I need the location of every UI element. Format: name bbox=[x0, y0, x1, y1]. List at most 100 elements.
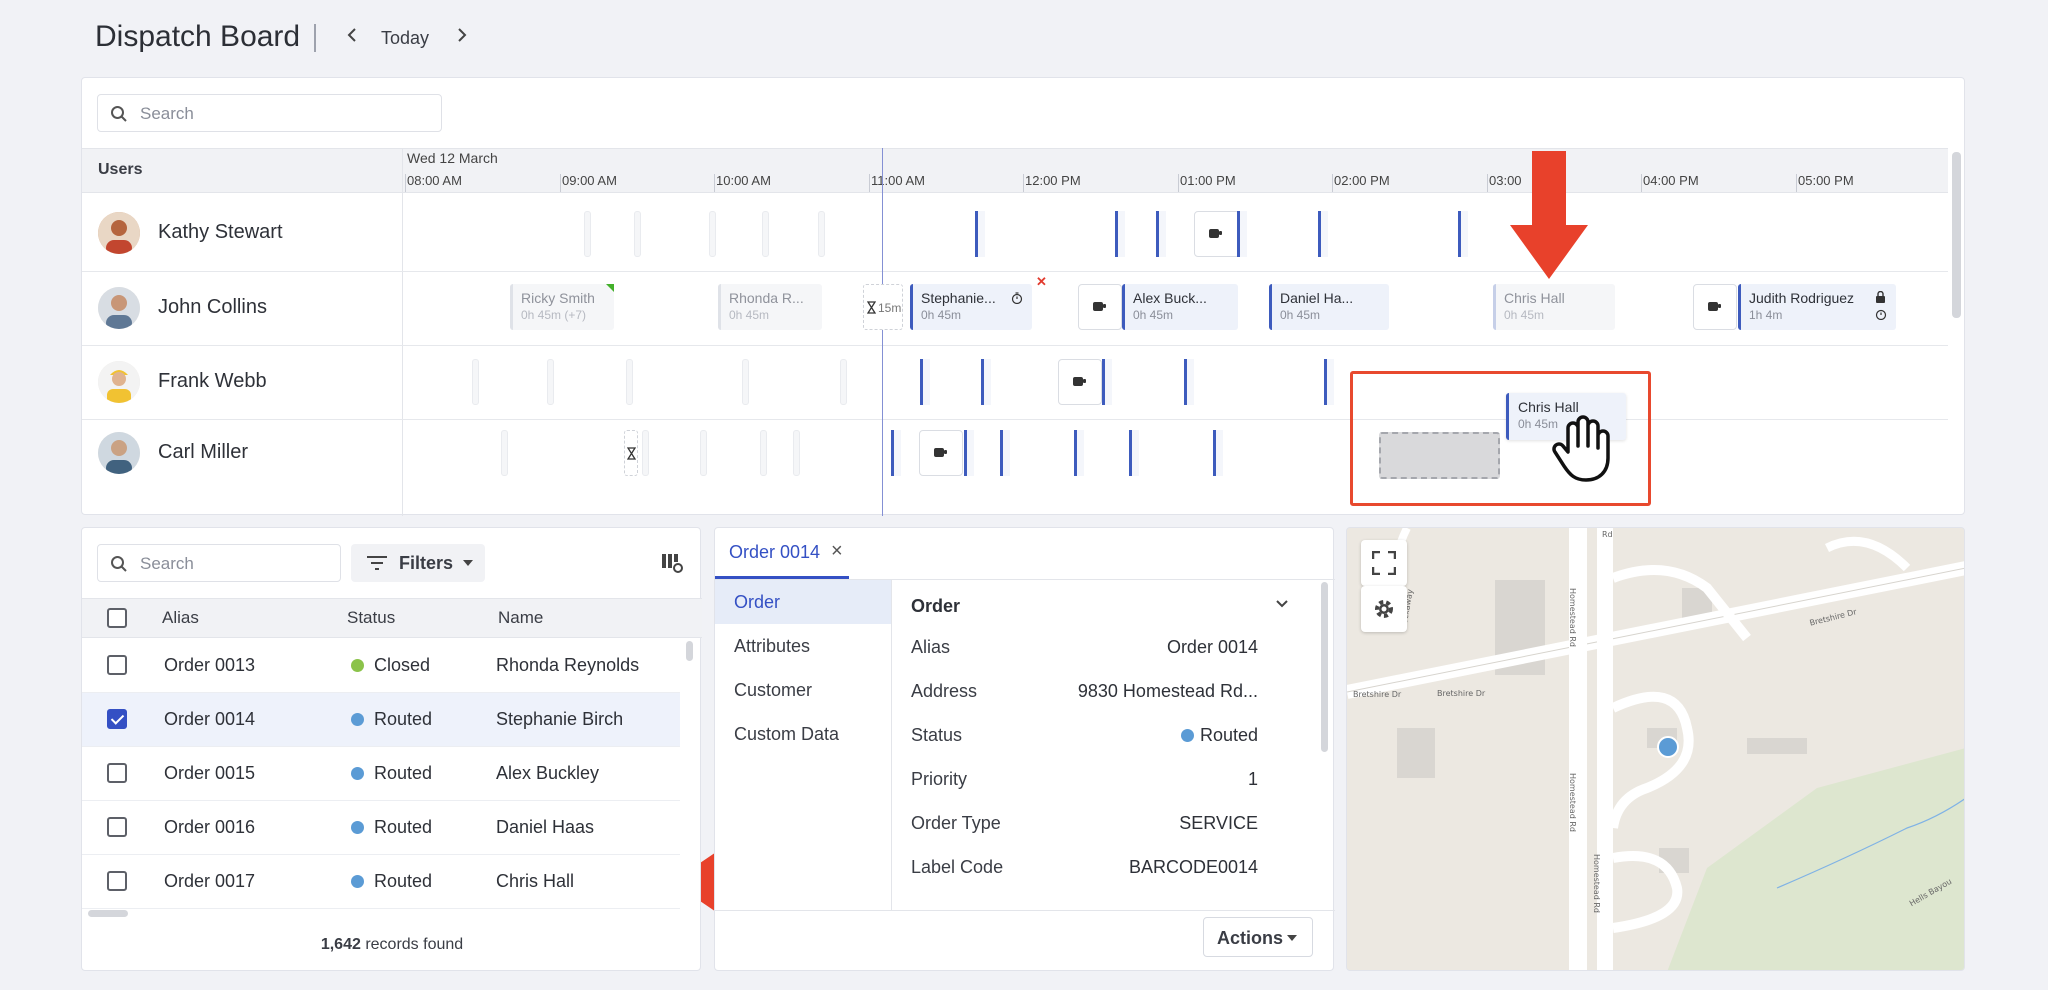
map-panel[interactable]: Bretshire Dr Bretshire Dr Bretshire Dr H… bbox=[1346, 527, 1965, 971]
tab-order-0014[interactable]: Order 0014 bbox=[729, 542, 820, 563]
close-icon[interactable]: × bbox=[831, 540, 843, 563]
coffee-icon bbox=[1073, 377, 1086, 386]
event-judith-rodriguez[interactable]: Judith Rodriguez 1h 4m bbox=[1738, 284, 1896, 330]
schedule-stop[interactable] bbox=[981, 359, 991, 405]
road-label: Rd bbox=[1602, 530, 1613, 539]
event-alex-buckley[interactable]: Alex Buck... 0h 45m bbox=[1122, 284, 1238, 330]
event-rhonda[interactable]: Rhonda R... 0h 45m bbox=[718, 284, 822, 330]
row-checkbox[interactable] bbox=[107, 655, 127, 675]
order-alias: Order 0013 bbox=[164, 655, 256, 675]
select-all-checkbox[interactable] bbox=[107, 608, 127, 628]
schedule-slot[interactable] bbox=[501, 430, 508, 476]
break-slot[interactable] bbox=[1058, 359, 1102, 405]
break-slot[interactable] bbox=[1078, 284, 1122, 330]
event-ricky-smith[interactable]: Ricky Smith 0h 45m (+7) bbox=[510, 284, 614, 330]
schedule-stop[interactable] bbox=[920, 359, 930, 405]
schedule-stop[interactable] bbox=[1074, 430, 1084, 476]
event-stephanie[interactable]: Stephanie... 0h 45m bbox=[910, 284, 1032, 330]
table-row[interactable]: Order 0013 Closed Rhonda Reynolds bbox=[82, 639, 680, 693]
schedule-stop[interactable] bbox=[1000, 430, 1010, 476]
horizontal-scrollbar[interactable] bbox=[88, 910, 128, 917]
table-row[interactable]: Order 0017 Routed Chris Hall bbox=[82, 855, 680, 909]
vertical-scrollbar[interactable] bbox=[686, 641, 693, 661]
schedule-stop[interactable] bbox=[891, 430, 901, 476]
fullscreen-icon bbox=[1372, 551, 1396, 575]
schedule-stop[interactable] bbox=[1324, 359, 1334, 405]
schedule-slot[interactable] bbox=[634, 211, 641, 257]
event-title: Alex Buck... bbox=[1133, 290, 1207, 306]
schedule-slot[interactable] bbox=[547, 359, 554, 405]
orders-search-input[interactable]: Search bbox=[97, 544, 341, 582]
row-checkbox[interactable] bbox=[107, 763, 127, 783]
row-checkbox[interactable] bbox=[107, 709, 127, 729]
user-name: Kathy Stewart bbox=[158, 221, 283, 243]
wait-slot[interactable] bbox=[624, 430, 638, 476]
schedule-stop[interactable] bbox=[1237, 211, 1247, 257]
scheduler-search-input[interactable]: Search bbox=[97, 94, 442, 132]
table-row[interactable]: Order 0014 Routed Stephanie Birch bbox=[82, 693, 680, 747]
schedule-slot[interactable] bbox=[762, 211, 769, 257]
side-nav-customer[interactable]: Customer bbox=[715, 668, 891, 712]
schedule-stop[interactable] bbox=[975, 211, 985, 257]
column-header-name[interactable]: Name bbox=[498, 608, 543, 628]
chevron-down-icon[interactable] bbox=[1275, 596, 1289, 614]
schedule-slot[interactable] bbox=[742, 359, 749, 405]
schedule-stop[interactable] bbox=[1156, 211, 1166, 257]
status-dot bbox=[351, 875, 364, 888]
side-nav-custom-data[interactable]: Custom Data bbox=[715, 712, 891, 756]
vertical-scrollbar[interactable] bbox=[1321, 582, 1328, 752]
column-header-status[interactable]: Status bbox=[347, 608, 395, 628]
schedule-slot[interactable] bbox=[840, 359, 847, 405]
schedule-stop[interactable] bbox=[1129, 430, 1139, 476]
side-nav-order[interactable]: Order bbox=[715, 580, 891, 624]
chevron-left-icon[interactable] bbox=[345, 24, 359, 52]
schedule-slot[interactable] bbox=[700, 430, 707, 476]
fullscreen-button[interactable] bbox=[1361, 540, 1407, 586]
event-chris-hall-original[interactable]: Chris Hall 0h 45m bbox=[1493, 284, 1615, 330]
column-settings-icon[interactable] bbox=[662, 554, 684, 579]
today-button[interactable]: Today bbox=[381, 28, 429, 49]
chevron-right-icon[interactable] bbox=[455, 24, 469, 52]
schedule-slot[interactable] bbox=[709, 211, 716, 257]
map-settings-button[interactable] bbox=[1361, 586, 1407, 632]
schedule-slot[interactable] bbox=[793, 430, 800, 476]
event-title: Judith Rodriguez bbox=[1749, 290, 1855, 306]
column-header-alias[interactable]: Alias bbox=[162, 608, 199, 628]
remove-icon[interactable]: ✕ bbox=[1036, 274, 1047, 290]
table-row[interactable]: Order 0015 Routed Alex Buckley bbox=[82, 747, 680, 801]
side-nav-attributes[interactable]: Attributes bbox=[715, 624, 891, 668]
schedule-slot[interactable] bbox=[642, 430, 649, 476]
order-status: Routed bbox=[351, 817, 432, 838]
break-slot[interactable] bbox=[1194, 211, 1240, 257]
user-row-kathy-stewart[interactable]: Kathy Stewart bbox=[82, 197, 402, 271]
schedule-slot[interactable] bbox=[472, 359, 479, 405]
schedule-stop[interactable] bbox=[1184, 359, 1194, 405]
schedule-slot[interactable] bbox=[626, 359, 633, 405]
schedule-stop[interactable] bbox=[1115, 211, 1125, 257]
drop-placeholder[interactable] bbox=[1379, 432, 1500, 479]
wait-slot[interactable]: 15m bbox=[863, 284, 903, 330]
road-label: Homestead Rd bbox=[1592, 854, 1601, 914]
vertical-scrollbar[interactable] bbox=[1952, 152, 1961, 318]
schedule-stop[interactable] bbox=[1318, 211, 1328, 257]
schedule-stop[interactable] bbox=[1102, 359, 1112, 405]
break-slot[interactable] bbox=[1693, 284, 1737, 330]
schedule-slot[interactable] bbox=[818, 211, 825, 257]
row-checkbox[interactable] bbox=[107, 871, 127, 891]
search-icon bbox=[111, 106, 127, 122]
filters-button[interactable]: Filters bbox=[351, 544, 485, 582]
schedule-slot[interactable] bbox=[584, 211, 591, 257]
schedule-stop[interactable] bbox=[1213, 430, 1223, 476]
actions-button[interactable]: Actions bbox=[1203, 917, 1313, 957]
schedule-stop[interactable] bbox=[964, 430, 974, 476]
table-row[interactable]: Order 0016 Routed Daniel Haas bbox=[82, 801, 680, 855]
user-row-frank-webb[interactable]: Frank Webb bbox=[82, 346, 402, 420]
schedule-stop[interactable] bbox=[1458, 211, 1468, 257]
map-canvas[interactable] bbox=[1347, 528, 1965, 971]
user-row-john-collins[interactable]: John Collins bbox=[82, 272, 402, 346]
user-row-carl-miller[interactable]: Carl Miller bbox=[82, 420, 402, 494]
break-slot[interactable] bbox=[919, 430, 963, 476]
row-checkbox[interactable] bbox=[107, 817, 127, 837]
schedule-slot[interactable] bbox=[760, 430, 767, 476]
event-daniel-haas[interactable]: Daniel Ha... 0h 45m bbox=[1269, 284, 1389, 330]
